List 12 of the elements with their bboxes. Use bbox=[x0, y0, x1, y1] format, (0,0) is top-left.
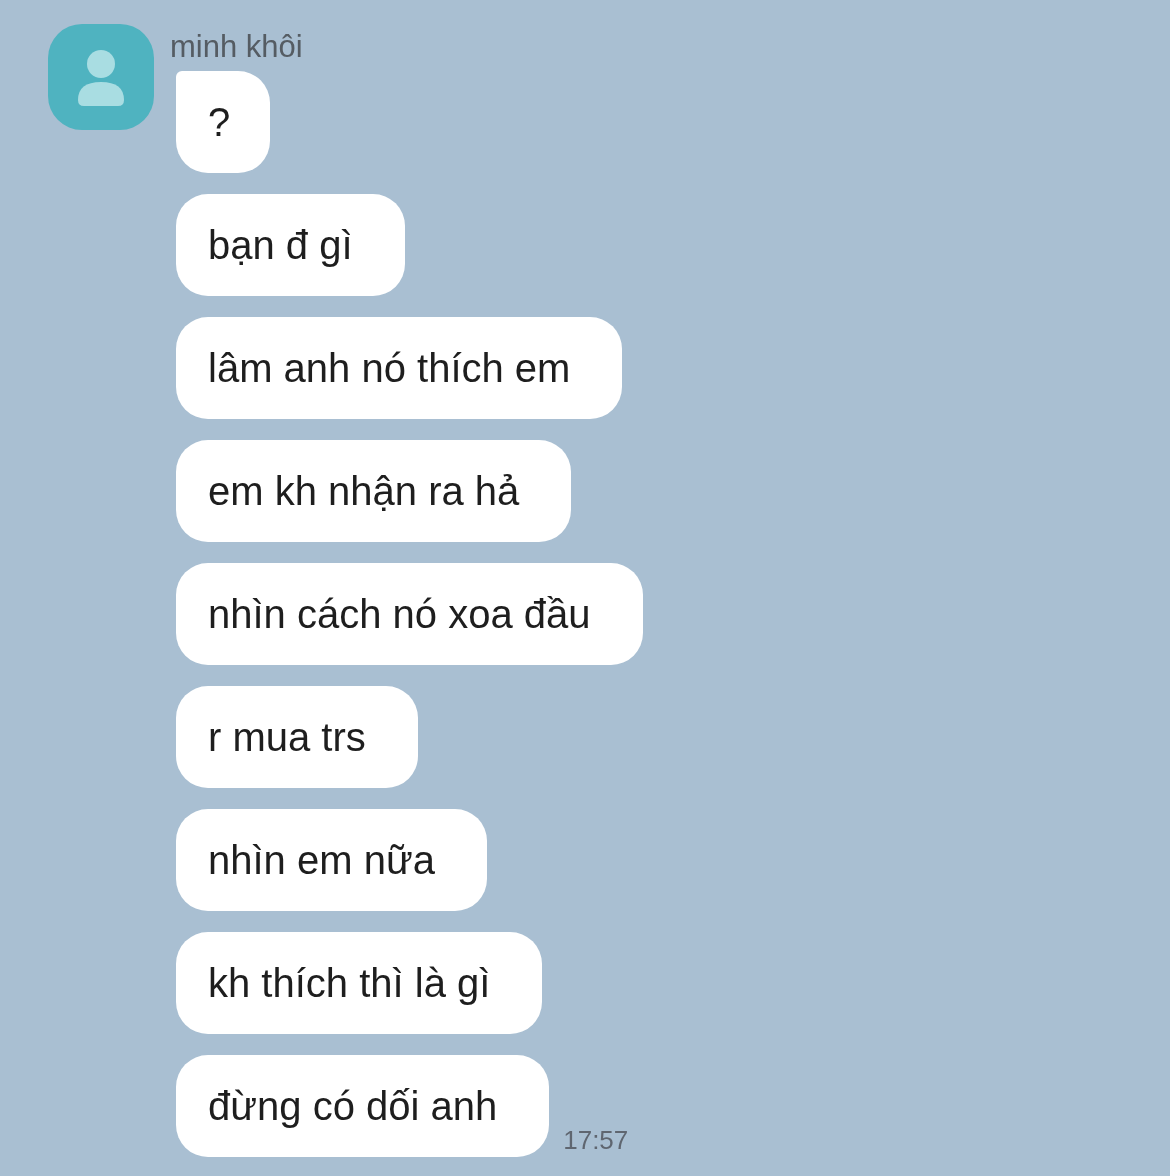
sender-name: minh khôi bbox=[170, 30, 304, 64]
message-bubble: nhìn em nữa bbox=[176, 809, 487, 911]
message-bubble: ? bbox=[176, 71, 271, 173]
avatar-icon[interactable] bbox=[48, 24, 154, 130]
message-bubble: đừng có dối anh bbox=[176, 1055, 550, 1157]
message-bubble: em kh nhận ra hả bbox=[176, 440, 572, 542]
message-bubble: r mua trs bbox=[176, 686, 418, 788]
message-bubble: lâm anh nó thích em bbox=[176, 317, 623, 419]
message-bubble: nhìn cách nó xoa đầu bbox=[176, 563, 643, 665]
timestamp: 17:57 bbox=[563, 1127, 629, 1153]
message-bubble: bạn đ gì bbox=[176, 194, 405, 296]
message-bubble: kh thích thì là gì bbox=[176, 932, 543, 1034]
